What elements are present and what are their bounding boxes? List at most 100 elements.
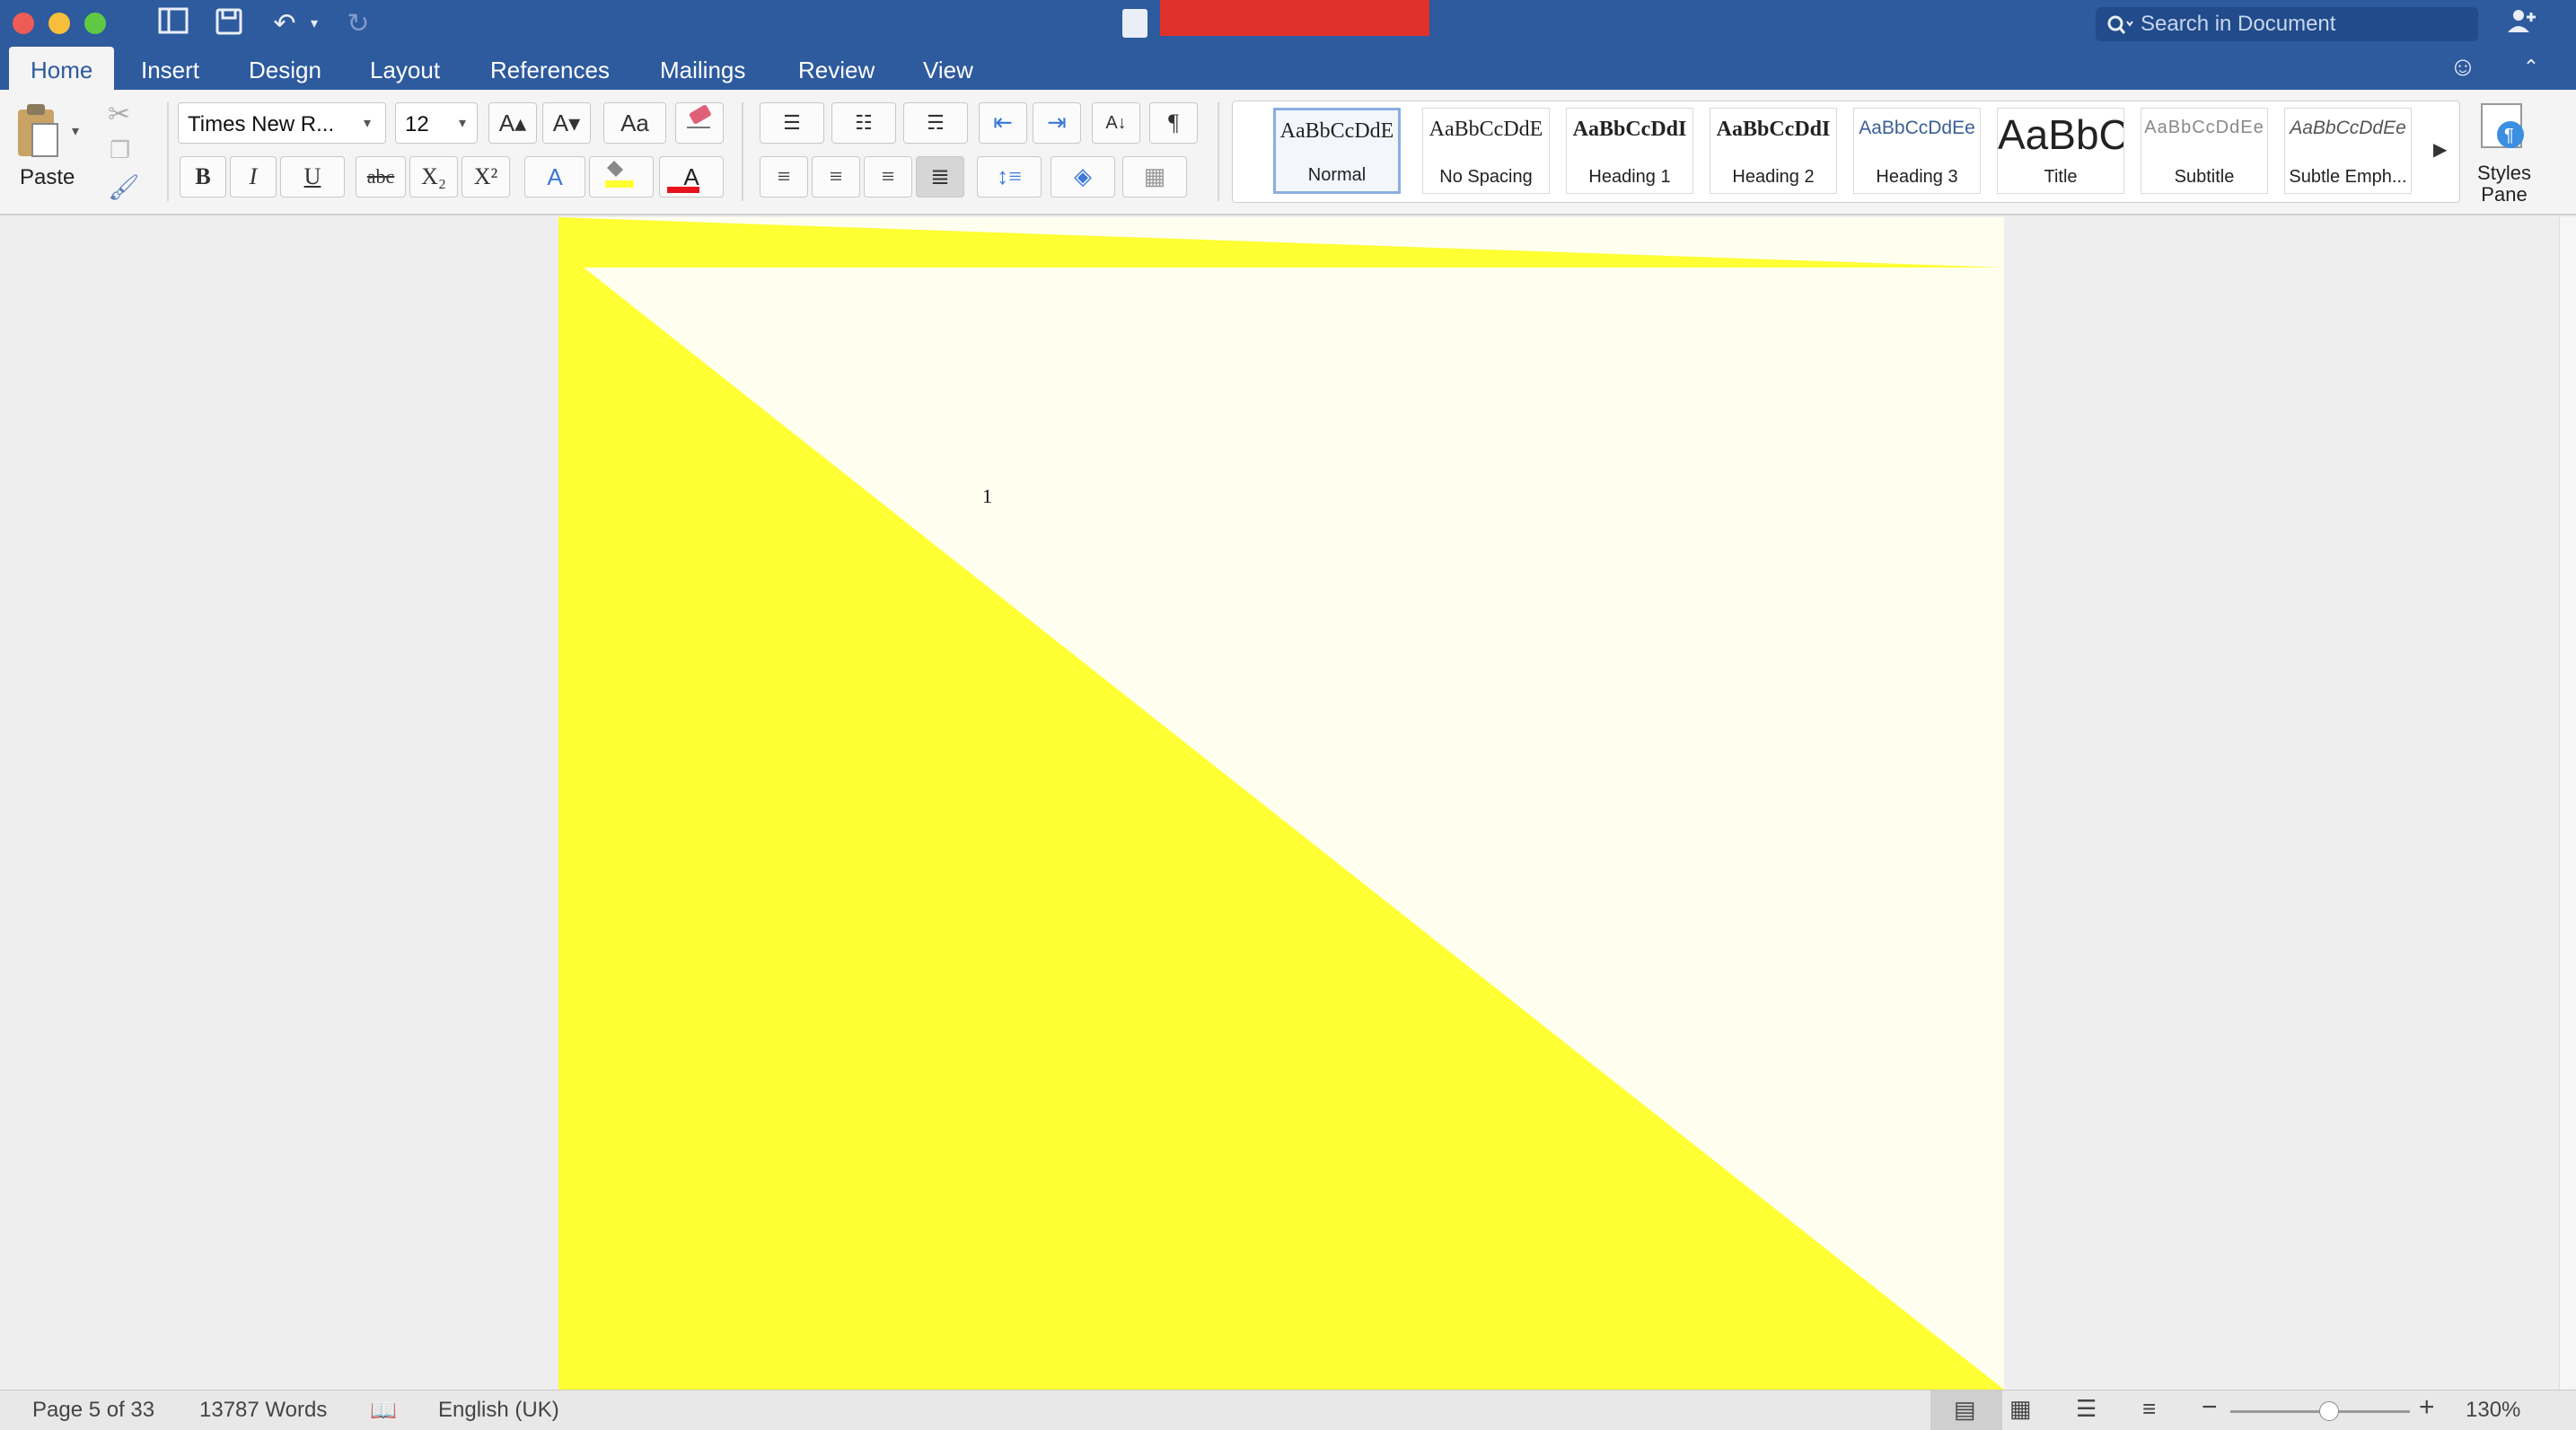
shrink-font-button[interactable]: A▾: [542, 102, 591, 144]
ribbon-tab-bar: Home Insert Design Layout References Mai…: [0, 47, 2576, 90]
style-title[interactable]: AaBbC Title: [1997, 108, 2124, 194]
shading-button[interactable]: ◈: [1051, 156, 1115, 197]
web-layout-icon[interactable]: ▦: [2009, 1395, 2032, 1423]
redo-icon[interactable]: ↻: [341, 7, 375, 41]
page-count-status[interactable]: Page 5 of 33: [32, 1398, 154, 1423]
style-preview: AaBbCcDdEe: [2144, 118, 2264, 137]
font-color-button[interactable]: A: [659, 156, 724, 197]
decrease-indent-button[interactable]: ⇤: [979, 102, 1027, 144]
bold-button[interactable]: B: [180, 156, 226, 197]
style-label: Heading 3: [1876, 167, 1958, 187]
paste-button[interactable]: [13, 102, 66, 174]
borders-button[interactable]: ▦: [1122, 156, 1187, 197]
grow-font-button[interactable]: A▴: [488, 102, 537, 144]
style-normal[interactable]: AaBbCcDdE Normal: [1273, 108, 1401, 194]
save-icon[interactable]: [212, 7, 246, 41]
document-title-redacted: [1160, 0, 1429, 36]
line-spacing-button[interactable]: ↕≡: [977, 156, 1042, 197]
cut-icon[interactable]: ✂: [108, 99, 130, 130]
highlighter-icon: [605, 161, 634, 188]
tab-home[interactable]: Home: [9, 47, 115, 90]
style-heading-2[interactable]: AaBbCcDdI Heading 2: [1710, 108, 1837, 194]
font-name-dropdown[interactable]: Times New R... ▾: [178, 102, 386, 144]
change-case-button[interactable]: Aa: [603, 102, 666, 144]
font-name-value: Times New R...: [188, 112, 335, 136]
tab-layout[interactable]: Layout: [348, 47, 462, 90]
style-preview: AaBbCcDdE: [1279, 119, 1394, 143]
styles-pane-label-1: Styles: [2477, 162, 2531, 184]
clear-formatting-button[interactable]: [675, 102, 724, 144]
style-subtle-emphasis[interactable]: AaBbCcDdEe Subtle Emph...: [2284, 108, 2412, 194]
tab-references[interactable]: References: [469, 47, 631, 90]
undo-icon[interactable]: ↶: [268, 7, 302, 41]
zoom-out-button[interactable]: −: [2202, 1392, 2218, 1423]
numbering-button[interactable]: ☷: [831, 102, 896, 144]
paint-bucket-icon: ◈: [1074, 163, 1092, 189]
text-effects-button[interactable]: A: [524, 156, 585, 197]
style-no-spacing[interactable]: AaBbCcDdE No Spacing: [1422, 108, 1550, 194]
style-preview: AaBbCcDdEe: [2290, 118, 2406, 138]
paste-dropdown-icon[interactable]: ▾: [72, 122, 79, 140]
outline-view-icon[interactable]: ☰: [2076, 1395, 2097, 1423]
zoom-level[interactable]: 130%: [2466, 1398, 2520, 1423]
language-status[interactable]: English (UK): [438, 1398, 559, 1423]
bullets-button[interactable]: ☰: [760, 102, 824, 144]
tab-review[interactable]: Review: [777, 47, 896, 90]
document-page[interactable]: 1: [558, 217, 2004, 1390]
style-preview: AaBbCcDdEe: [1859, 118, 1975, 138]
style-heading-1[interactable]: AaBbCcDdI Heading 1: [1566, 108, 1693, 194]
tab-view[interactable]: View: [901, 47, 995, 90]
undo-dropdown-icon[interactable]: ▾: [303, 7, 325, 41]
underline-button[interactable]: U: [280, 156, 345, 197]
tab-mailings[interactable]: Mailings: [638, 47, 767, 90]
zoom-window-button[interactable]: [84, 13, 106, 34]
feedback-smiley-icon[interactable]: ☺: [2446, 50, 2480, 84]
tab-design[interactable]: Design: [227, 47, 343, 90]
proofing-icon[interactable]: 📖: [370, 1398, 397, 1424]
sidebar-toggle-icon[interactable]: [156, 7, 190, 41]
zoom-slider-track[interactable]: [2230, 1401, 2410, 1421]
multilevel-list-button[interactable]: ☴: [903, 102, 968, 144]
print-layout-view-button[interactable]: ▤: [1930, 1391, 2002, 1430]
styles-gallery-more-icon[interactable]: ▶: [2433, 138, 2447, 161]
style-label: Normal: [1307, 165, 1367, 185]
styles-pane-button[interactable]: ¶ Styles Pane: [2471, 101, 2537, 206]
chevron-down-icon: ▾: [364, 116, 372, 131]
title-bar: ↶ ▾ ↻: [0, 0, 2576, 47]
copy-icon[interactable]: ❐: [110, 136, 130, 164]
superscript-button[interactable]: X²: [462, 156, 510, 197]
divider: [167, 102, 169, 201]
italic-button[interactable]: I: [230, 156, 277, 197]
style-label: No Spacing: [1439, 167, 1533, 187]
align-left-button[interactable]: ≡: [760, 156, 808, 197]
search-input[interactable]: [2141, 7, 2473, 41]
sort-button[interactable]: A↓: [1092, 102, 1140, 144]
style-subtitle[interactable]: AaBbCcDdEe Subtitle: [2141, 108, 2268, 194]
style-heading-3[interactable]: AaBbCcDdEe Heading 3: [1853, 108, 1981, 194]
format-painter-icon[interactable]: 🖌: [108, 172, 140, 202]
justify-button[interactable]: ≣: [916, 156, 964, 197]
minimize-window-button[interactable]: [48, 13, 70, 34]
zoom-slider-thumb[interactable]: [2319, 1401, 2339, 1421]
draft-view-icon[interactable]: ≡: [2142, 1395, 2156, 1423]
search-box[interactable]: [2096, 7, 2478, 41]
subscript-button[interactable]: X₂: [409, 156, 458, 197]
highlight-color-button[interactable]: [589, 156, 654, 197]
zoom-in-button[interactable]: +: [2419, 1392, 2435, 1423]
strikethrough-button[interactable]: abc: [356, 156, 406, 197]
style-label: Heading 1: [1588, 167, 1671, 187]
word-count-status[interactable]: 13787 Words: [199, 1398, 327, 1423]
line-spacing-icon: ↕≡: [997, 163, 1022, 189]
share-person-icon[interactable]: [2505, 7, 2539, 41]
align-center-button[interactable]: ≡: [812, 156, 860, 197]
vertical-scrollbar[interactable]: [2559, 217, 2576, 1390]
font-size-dropdown[interactable]: 12 ▾: [395, 102, 478, 144]
tab-insert[interactable]: Insert: [119, 47, 221, 90]
style-preview: AaBbCcDdI: [1716, 118, 1831, 141]
increase-indent-button[interactable]: ⇥: [1033, 102, 1081, 144]
align-right-button[interactable]: ≡: [864, 156, 912, 197]
word-document-icon: [1122, 9, 1147, 38]
close-window-button[interactable]: [13, 13, 34, 34]
show-formatting-button[interactable]: ¶: [1149, 102, 1198, 144]
collapse-ribbon-icon[interactable]: ⌃: [2514, 50, 2548, 84]
